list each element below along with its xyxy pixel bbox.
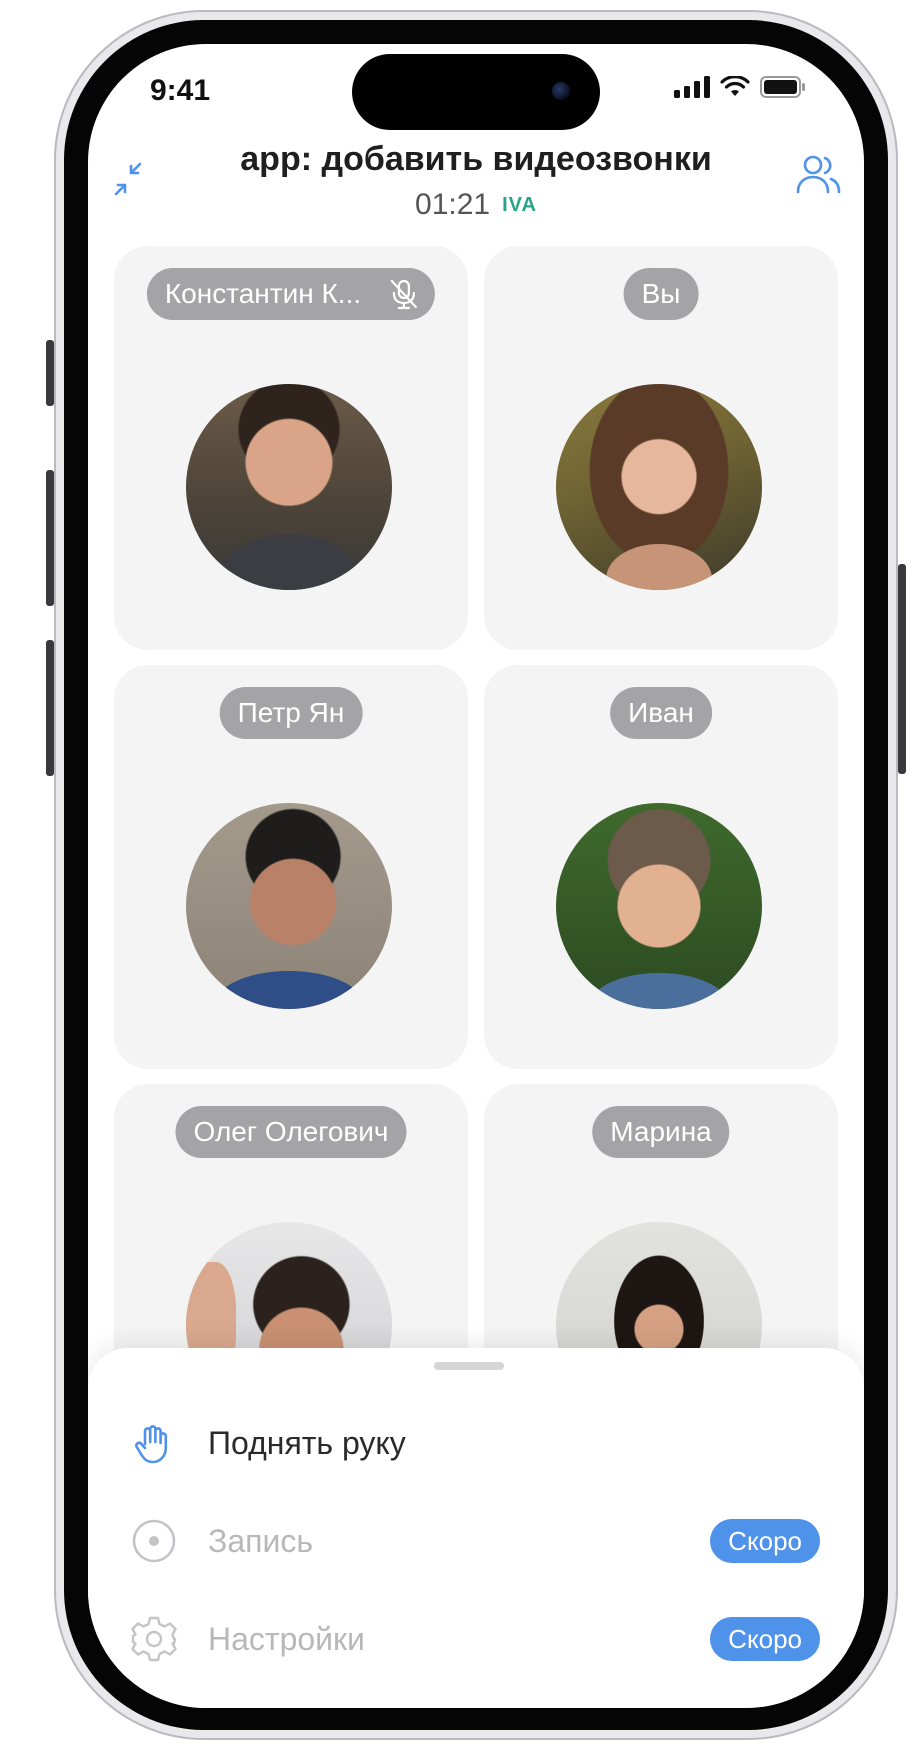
iva-logo: IVA bbox=[502, 193, 537, 216]
participant-tile[interactable]: Константин К... bbox=[114, 246, 468, 650]
soon-badge: Скоро bbox=[710, 1617, 820, 1661]
dynamic-island bbox=[352, 54, 600, 130]
participant-avatar bbox=[186, 803, 392, 1009]
participant-tile[interactable]: Вы bbox=[484, 246, 838, 650]
raise-hand-label: Поднять руку bbox=[208, 1424, 406, 1461]
participant-name-pill: Олег Олегович bbox=[175, 1106, 407, 1158]
sheet-grabber[interactable] bbox=[434, 1362, 504, 1370]
call-subtitle: 01:21 IVA bbox=[88, 188, 864, 222]
power-button bbox=[898, 564, 906, 774]
volume-down-button bbox=[46, 640, 54, 776]
screen: 9:41 app: добавить видеозвонки 01:21 IVA… bbox=[88, 44, 864, 1708]
status-time: 9:41 bbox=[150, 74, 211, 107]
participant-name-pill: Иван bbox=[610, 687, 712, 739]
participant-name: Марина bbox=[610, 1116, 712, 1147]
participant-name-pill: Марина bbox=[592, 1106, 730, 1158]
record-label: Запись bbox=[208, 1522, 313, 1559]
participant-name: Петр Ян bbox=[237, 697, 345, 728]
wifi-icon bbox=[720, 76, 750, 96]
participant-tile[interactable]: Иван bbox=[484, 665, 838, 1069]
soon-badge: Скоро bbox=[710, 1519, 820, 1563]
front-camera bbox=[552, 82, 570, 100]
settings-item[interactable]: Настройки Скоро bbox=[128, 1604, 824, 1674]
actions-sheet: Поднять руку Запись Скоро Настройки Скор… bbox=[88, 1348, 864, 1708]
signal-icon bbox=[674, 76, 710, 98]
gear-icon bbox=[128, 1613, 180, 1665]
call-title: app: добавить видеозвонки bbox=[240, 140, 712, 178]
participant-name: Олег Олегович bbox=[193, 1116, 389, 1147]
participant-name: Константин К... bbox=[164, 278, 362, 309]
participant-name: Вы bbox=[641, 278, 681, 309]
action-button bbox=[46, 340, 54, 406]
participant-name-pill: Вы bbox=[623, 268, 699, 320]
participant-name: Иван bbox=[628, 697, 694, 728]
settings-label: Настройки bbox=[208, 1620, 365, 1657]
battery-icon bbox=[760, 76, 805, 98]
participant-avatar bbox=[556, 803, 762, 1009]
participant-avatar bbox=[186, 384, 392, 590]
record-item[interactable]: Запись Скоро bbox=[128, 1506, 824, 1576]
participant-tile[interactable]: Петр Ян bbox=[114, 665, 468, 1069]
participants-icon bbox=[796, 155, 841, 194]
participant-name-pill: Петр Ян bbox=[219, 687, 363, 739]
hand-icon bbox=[128, 1417, 180, 1469]
status-icons bbox=[674, 76, 806, 98]
mic-muted-icon bbox=[391, 279, 418, 310]
call-timer: 01:21 bbox=[415, 188, 491, 221]
raise-hand-item[interactable]: Поднять руку bbox=[128, 1408, 824, 1478]
record-icon bbox=[128, 1515, 180, 1567]
volume-up-button bbox=[46, 470, 54, 606]
participants-button[interactable] bbox=[790, 148, 846, 204]
participant-avatar bbox=[556, 384, 762, 590]
participant-name-pill: Константин К... bbox=[146, 268, 436, 320]
